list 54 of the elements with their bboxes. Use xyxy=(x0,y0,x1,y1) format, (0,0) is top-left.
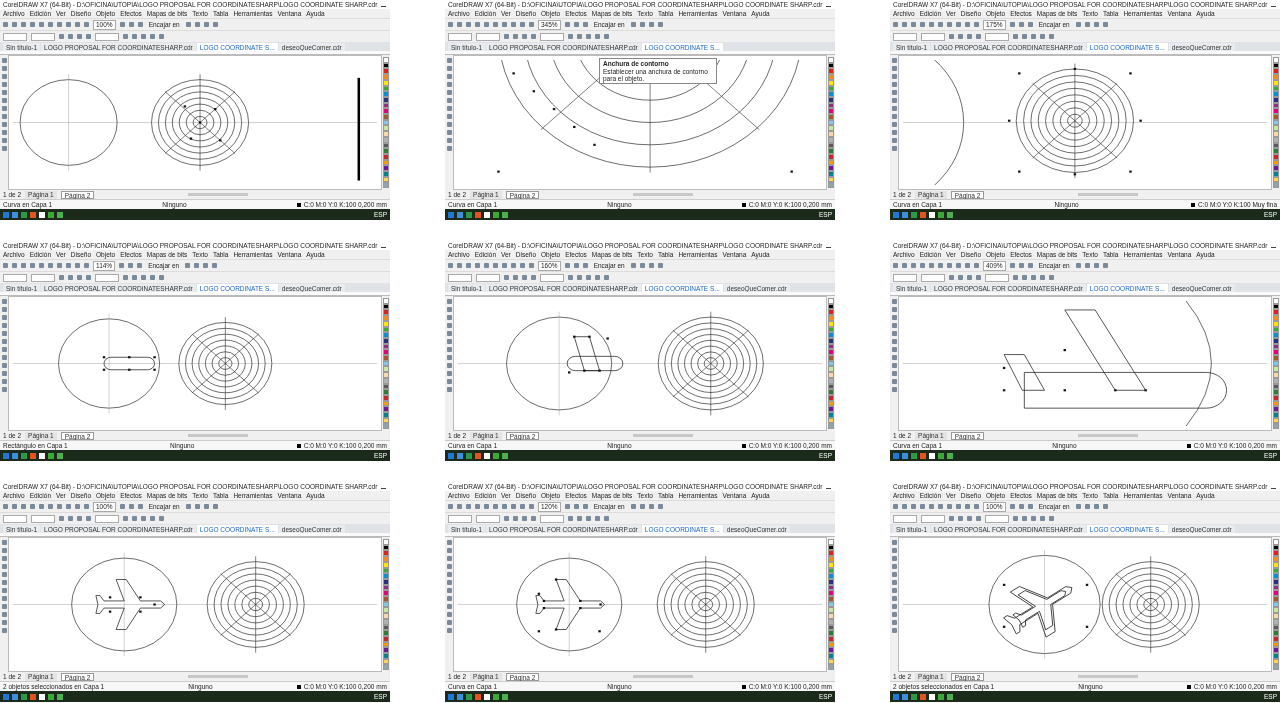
color-palette[interactable] xyxy=(1272,55,1280,190)
scrollbar[interactable] xyxy=(633,675,694,678)
outline-width-field[interactable] xyxy=(540,32,564,41)
scrollbar[interactable] xyxy=(188,193,249,196)
size-field[interactable] xyxy=(921,273,945,282)
size-field[interactable] xyxy=(476,273,500,282)
outline-swatch-icon xyxy=(1191,202,1195,207)
size-field[interactable] xyxy=(921,32,945,41)
position-field[interactable] xyxy=(3,514,27,523)
scrollbar[interactable] xyxy=(633,193,694,196)
scrollbar[interactable] xyxy=(188,675,249,678)
color-palette[interactable] xyxy=(382,55,390,190)
scrollbar[interactable] xyxy=(1078,434,1139,437)
position-field[interactable] xyxy=(448,32,472,41)
color-palette[interactable] xyxy=(827,537,835,672)
color-palette[interactable] xyxy=(827,55,835,190)
outline-width-field[interactable] xyxy=(985,514,1009,523)
color-palette[interactable] xyxy=(1272,537,1280,672)
size-field[interactable] xyxy=(476,514,500,523)
scrollbar[interactable] xyxy=(1078,193,1139,196)
color-palette[interactable] xyxy=(1272,296,1280,431)
outline-width-field[interactable] xyxy=(985,273,1009,282)
position-field[interactable] xyxy=(893,32,917,41)
outline-width-field[interactable] xyxy=(95,514,119,523)
outline-swatch-icon xyxy=(741,202,746,207)
outline-swatch-icon xyxy=(296,443,301,448)
color-palette[interactable] xyxy=(382,537,390,672)
scrollbar[interactable] xyxy=(1078,675,1139,678)
color-palette[interactable] xyxy=(382,296,390,431)
size-field[interactable] xyxy=(31,32,55,41)
outline-swatch-icon xyxy=(1186,443,1191,448)
position-field[interactable] xyxy=(448,273,472,282)
position-field[interactable] xyxy=(3,32,27,41)
outline-width-field[interactable] xyxy=(95,273,119,282)
position-field[interactable] xyxy=(448,514,472,523)
outline-swatch-icon xyxy=(1186,684,1191,689)
outline-width-field[interactable] xyxy=(985,32,1009,41)
outline-width-field[interactable] xyxy=(540,273,564,282)
outline-swatch-icon xyxy=(296,684,301,689)
scrollbar[interactable] xyxy=(633,434,694,437)
position-field[interactable] xyxy=(3,273,27,282)
outline-width-field[interactable] xyxy=(540,514,564,523)
size-field[interactable] xyxy=(31,273,55,282)
outline-swatch-icon xyxy=(296,202,301,207)
outline-swatch-icon xyxy=(741,684,746,689)
outline-width-field[interactable] xyxy=(95,32,119,41)
scrollbar[interactable] xyxy=(188,434,249,437)
size-field[interactable] xyxy=(921,514,945,523)
position-field[interactable] xyxy=(893,273,917,282)
outline-swatch-icon xyxy=(741,443,746,448)
position-field[interactable] xyxy=(893,514,917,523)
size-field[interactable] xyxy=(31,514,55,523)
size-field[interactable] xyxy=(476,32,500,41)
color-palette[interactable] xyxy=(827,296,835,431)
